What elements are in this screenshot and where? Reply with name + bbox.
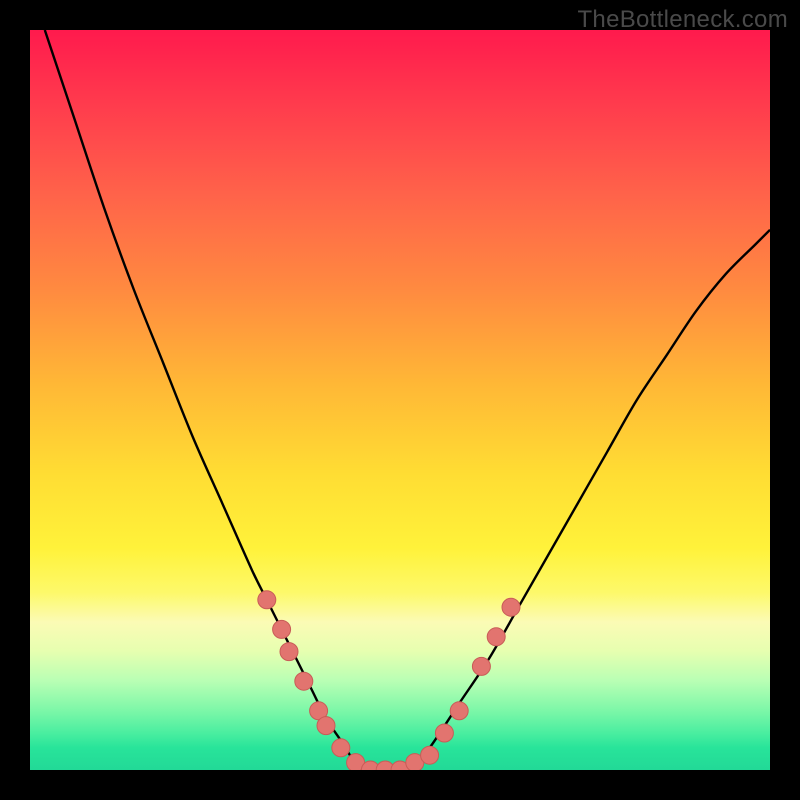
data-marker bbox=[280, 643, 298, 661]
data-marker bbox=[487, 628, 505, 646]
chart-plot-area bbox=[30, 30, 770, 770]
data-marker bbox=[295, 672, 313, 690]
data-marker bbox=[421, 746, 439, 764]
marker-layer bbox=[258, 591, 520, 770]
data-marker bbox=[332, 739, 350, 757]
data-marker bbox=[472, 657, 490, 675]
watermark-text: TheBottleneck.com bbox=[577, 6, 788, 34]
data-marker bbox=[258, 591, 276, 609]
data-marker bbox=[450, 702, 468, 720]
data-marker bbox=[502, 598, 520, 616]
data-marker bbox=[317, 717, 335, 735]
curve-layer bbox=[45, 30, 770, 770]
data-marker bbox=[435, 724, 453, 742]
chart-svg bbox=[30, 30, 770, 770]
bottleneck-curve bbox=[45, 30, 770, 770]
data-marker bbox=[273, 620, 291, 638]
chart-frame: TheBottleneck.com bbox=[0, 0, 800, 800]
